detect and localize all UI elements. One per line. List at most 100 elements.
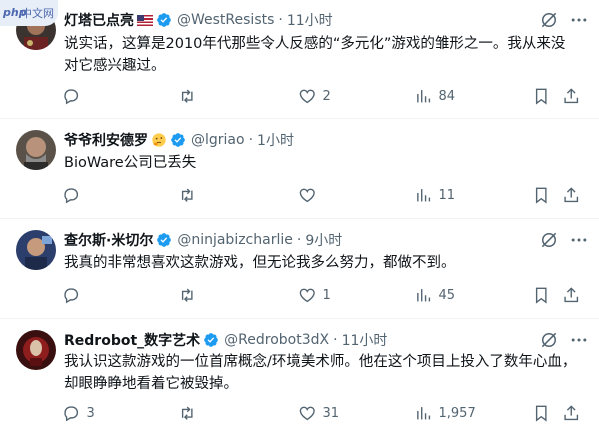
more-icon[interactable] (569, 230, 589, 250)
bookmark-button[interactable] (532, 399, 551, 427)
php-cn-watermark: php 中文网 (0, 0, 58, 26)
avatar[interactable] (16, 330, 56, 370)
share-icon (564, 405, 579, 420)
like-button[interactable]: 1 (298, 281, 331, 309)
share-icon (564, 187, 579, 202)
reply-count: 3 (86, 405, 95, 421)
like-button[interactable]: 31 (298, 399, 339, 427)
retweet-icon (181, 89, 193, 103)
timestamp[interactable]: 1小时 (257, 130, 294, 150)
share-icon (564, 88, 579, 103)
retweet-button[interactable] (178, 281, 203, 309)
views-button[interactable]: 11 (414, 181, 455, 209)
top-actions (539, 230, 589, 250)
tweet-text: BioWare公司已丢失 (64, 155, 197, 171)
reply-icon (64, 406, 79, 422)
grok-icon[interactable] (539, 10, 559, 30)
timestamp[interactable]: 9小时 (305, 230, 342, 250)
grok-icon[interactable] (539, 230, 559, 250)
handle[interactable]: @lgriao (191, 132, 245, 148)
verified-badge-icon (204, 333, 218, 347)
tweet[interactable]: 灯塔已点亮 @WestResists · 11小时 说实话，这算是2010年代那… (0, 0, 599, 119)
retweet-icon (181, 188, 193, 202)
analytics-icon (417, 188, 431, 202)
verified-badge-icon (157, 13, 171, 27)
like-button[interactable]: 2 (298, 82, 331, 110)
display-name[interactable]: Redrobot_数字艺术 (64, 330, 200, 350)
tweet-text: 我真的非常想喜欢这款游戏，但无论我多么努力，都做不到。 (64, 255, 456, 271)
reply-button[interactable]: 3 (62, 399, 95, 427)
retweet-button[interactable] (178, 82, 203, 110)
bookmark-icon (535, 405, 547, 422)
share-button[interactable] (562, 399, 581, 427)
bookmark-button[interactable] (532, 281, 551, 309)
separator-dot: · (296, 232, 302, 248)
thinking-face-icon (152, 133, 166, 147)
retweet-icon (181, 288, 193, 302)
action-bar: 2 84 (56, 82, 585, 110)
views-button[interactable]: 45 (414, 281, 455, 309)
share-button[interactable] (562, 181, 581, 209)
reply-icon (64, 288, 79, 304)
more-icon[interactable] (569, 330, 589, 350)
tweet-header: Redrobot_数字艺术 @Redrobot3dX · 11小时 (64, 330, 387, 350)
avatar[interactable] (16, 230, 56, 270)
tweet[interactable]: Redrobot_数字艺术 @Redrobot3dX · 11小时 我认识这款游… (0, 318, 599, 438)
display-name[interactable]: 查尔斯·米切尔 (64, 230, 153, 250)
top-actions (539, 10, 589, 30)
bookmark-icon (535, 187, 547, 204)
share-icon (564, 287, 579, 302)
analytics-icon (417, 288, 431, 302)
retweet-button[interactable] (178, 181, 203, 209)
reply-icon (64, 188, 79, 204)
heart-icon (299, 406, 315, 420)
timestamp[interactable]: 11小时 (287, 10, 333, 30)
reply-icon (64, 89, 79, 105)
retweet-button[interactable] (178, 399, 203, 427)
share-button[interactable] (562, 82, 581, 110)
tweet-header: 查尔斯·米切尔 @ninjabizcharlie · 9小时 (64, 230, 342, 250)
separator-dot: · (248, 132, 254, 148)
handle[interactable]: @WestResists (177, 12, 274, 28)
bookmark-icon (535, 287, 547, 304)
view-count: 11 (438, 187, 456, 203)
handle[interactable]: @ninjabizcharlie (177, 232, 293, 248)
reply-button[interactable] (62, 82, 87, 110)
views-button[interactable]: 1,957 (414, 399, 476, 427)
tweet[interactable]: 爷爷利安德罗 @lgriao · 1小时 BioWare公司已丢失 11 (0, 118, 599, 219)
grok-icon[interactable] (539, 330, 559, 350)
more-icon[interactable] (569, 10, 589, 30)
action-bar: 1 45 (56, 281, 585, 309)
bookmark-button[interactable] (532, 82, 551, 110)
tweet[interactable]: 查尔斯·米切尔 @ninjabizcharlie · 9小时 我真的非常想喜欢这… (0, 218, 599, 319)
heart-icon (299, 89, 315, 103)
analytics-icon (417, 89, 431, 103)
verified-badge-icon (171, 133, 185, 147)
like-count: 31 (322, 405, 340, 421)
analytics-icon (417, 406, 431, 420)
handle[interactable]: @Redrobot3dX (224, 332, 329, 348)
view-count: 84 (438, 88, 456, 104)
action-bar: 3 31 1,957 (56, 399, 585, 427)
tweet-text: 我认识这款游戏的一位首席概念/环境美术师。他在这个项目上投入了数年心血，却眼睁睁… (64, 354, 577, 392)
avatar[interactable] (16, 130, 56, 170)
verified-badge-icon (157, 233, 172, 247)
timestamp[interactable]: 11小时 (342, 330, 388, 350)
bookmark-icon (535, 88, 547, 105)
tweet-header: 灯塔已点亮 @WestResists · 11小时 (64, 10, 333, 30)
action-bar: 11 (56, 181, 585, 209)
share-button[interactable] (562, 281, 581, 309)
display-name[interactable]: 爷爷利安德罗 (64, 130, 148, 150)
tweet-text: 说实话，这算是2010年代那些令人反感的“多元化”游戏的雏形之一。我从来没对它感… (64, 36, 566, 74)
reply-button[interactable] (62, 281, 87, 309)
like-count: 2 (322, 88, 331, 104)
reply-button[interactable] (62, 181, 87, 209)
bookmark-button[interactable] (532, 181, 551, 209)
views-button[interactable]: 84 (414, 82, 455, 110)
tweet-header: 爷爷利安德罗 @lgriao · 1小时 (64, 130, 294, 150)
display-name[interactable]: 灯塔已点亮 (64, 10, 134, 30)
top-actions (539, 330, 589, 350)
like-button[interactable] (298, 181, 323, 209)
watermark-cn: 中文网 (21, 7, 54, 20)
separator-dot: · (333, 332, 338, 348)
